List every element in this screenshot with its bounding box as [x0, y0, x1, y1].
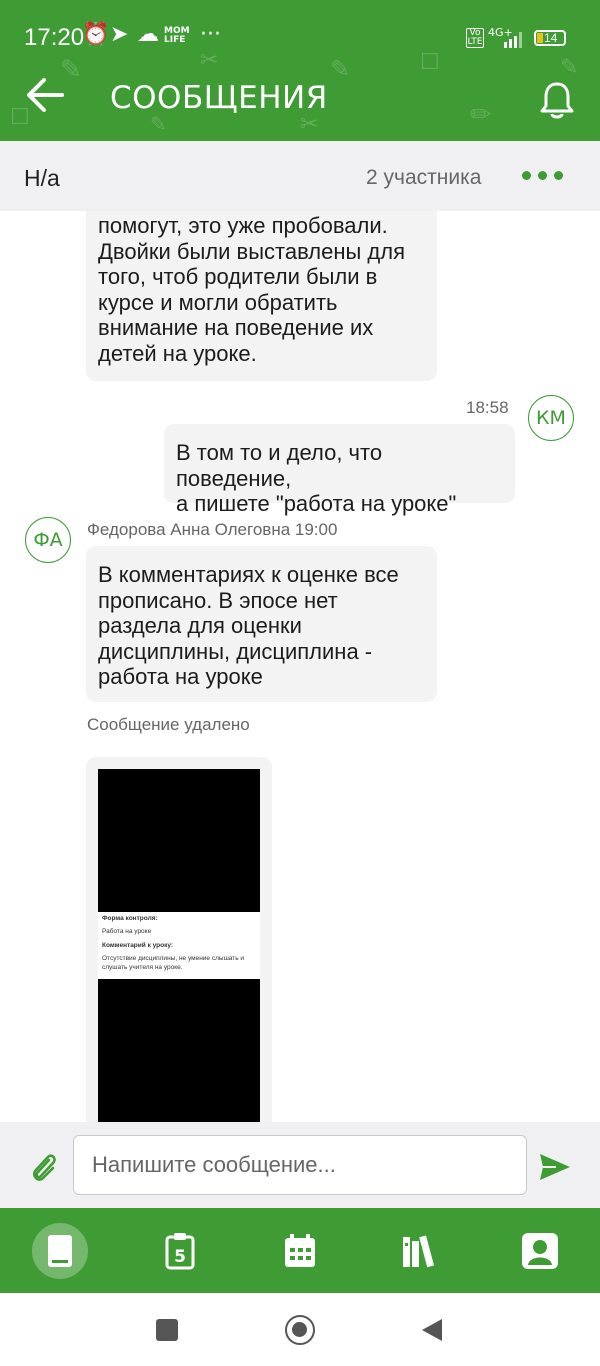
- nav-library[interactable]: [360, 1208, 480, 1293]
- library-icon: [403, 1234, 435, 1267]
- participants-count[interactable]: 2 участника: [366, 166, 481, 190]
- volte-icon: Vo LTE: [466, 28, 484, 48]
- homework-icon: 5: [165, 1232, 195, 1269]
- nav-diary[interactable]: [0, 1208, 120, 1293]
- message-bubble[interactable]: В том то и дело, что поведение, а пишете…: [164, 424, 515, 516]
- more-dots-icon: ···: [200, 22, 221, 47]
- telegram-icon: ➤: [110, 22, 129, 47]
- battery-icon: 14: [534, 30, 566, 46]
- redacted-block: [98, 979, 260, 1137]
- attachment-form-label: Форма контроля:: [102, 915, 158, 922]
- attachment-comment-text: слушать учителя на уроке.: [102, 964, 183, 971]
- profile-icon: [522, 1232, 558, 1269]
- avatar[interactable]: КМ: [528, 395, 574, 441]
- screen-title: СООБЩЕНИЯ: [110, 80, 328, 116]
- attachment-form-value: Работа на уроке: [102, 928, 152, 935]
- signal-icon: [504, 32, 522, 48]
- chat-name: Н/а: [24, 165, 60, 191]
- calendar-icon: [285, 1233, 315, 1267]
- send-icon[interactable]: [538, 1152, 572, 1182]
- message-bubble[interactable]: В комментариях к оценке все прописано. В…: [86, 546, 437, 702]
- mom-life-icon: MOM LIFE: [164, 26, 190, 45]
- back-arrow-icon[interactable]: [24, 72, 66, 118]
- message-input[interactable]: Напишите сообщение...: [73, 1135, 527, 1195]
- message-time: 18:58: [466, 398, 509, 417]
- battery-level: 14: [544, 31, 558, 45]
- attachment-comment-text: Отсутствие дисциплины, не умение слышать…: [102, 955, 245, 962]
- image-attachment[interactable]: Форма контроля: Работа на уроке Коммента…: [86, 757, 272, 1137]
- redacted-block: [98, 769, 260, 912]
- attachment-comment-label: Комментарий к уроку:: [102, 942, 174, 949]
- back-button[interactable]: [420, 1317, 444, 1343]
- bottom-navigation: 5: [0, 1208, 600, 1293]
- deleted-message-notice: Сообщение удалено: [87, 715, 250, 734]
- bell-icon[interactable]: [538, 80, 576, 120]
- avatar[interactable]: ФА: [25, 517, 71, 563]
- system-navigation-bar: [0, 1293, 600, 1366]
- more-options-icon[interactable]: [522, 167, 563, 185]
- alarm-icon: ⏰: [82, 22, 110, 47]
- cloud-upload-icon: ☁: [137, 22, 159, 47]
- message-author-time: Федорова Анна Олеговна 19:00: [87, 520, 338, 539]
- status-time: 17:20: [24, 24, 85, 51]
- paperclip-icon[interactable]: [28, 1150, 60, 1186]
- status-bar: 17:20 ⏰ ➤ ☁ MOM LIFE ··· Vo LTE 4G+ 14: [0, 0, 600, 76]
- nav-calendar[interactable]: [240, 1208, 360, 1293]
- nav-homework[interactable]: 5: [120, 1208, 240, 1293]
- svg-text:5: 5: [174, 1247, 186, 1267]
- recents-button[interactable]: [156, 1319, 178, 1341]
- message-bubble[interactable]: помогут, это уже пробовали. Двойки были …: [86, 196, 437, 381]
- home-button[interactable]: [285, 1315, 315, 1345]
- diary-icon: [48, 1234, 72, 1267]
- nav-profile[interactable]: [480, 1208, 600, 1293]
